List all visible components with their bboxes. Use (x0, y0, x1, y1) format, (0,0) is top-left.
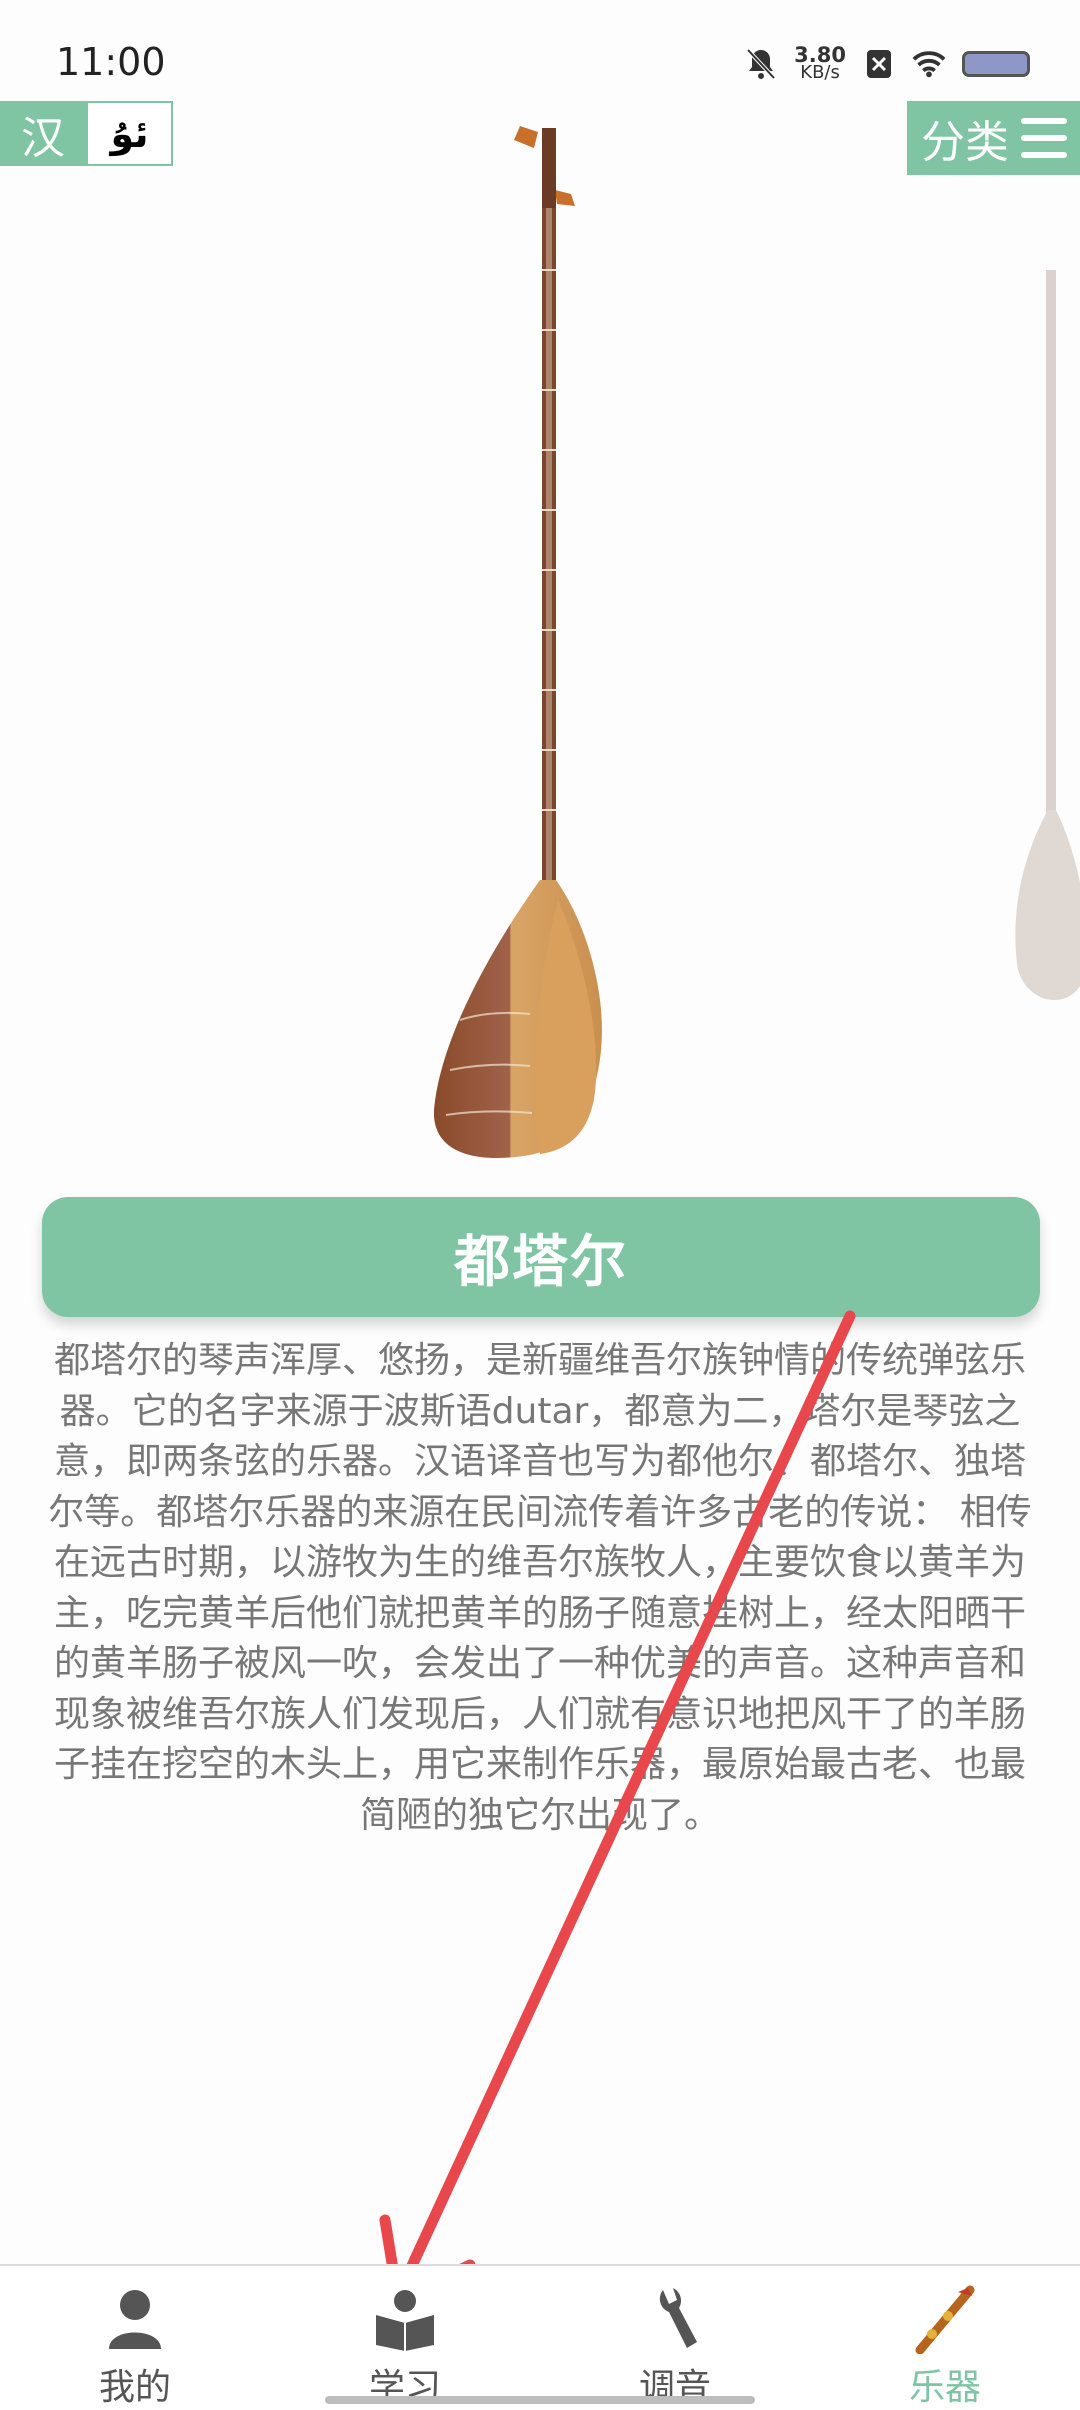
wifi-icon (912, 47, 946, 81)
net-speed: 3.80 KB/s (794, 45, 846, 83)
next-instrument-image[interactable] (1010, 270, 1080, 1010)
nav-item-mine[interactable]: 我的 (45, 2266, 225, 2410)
nav-item-study[interactable]: 学习 (315, 2266, 495, 2410)
status-icons: 3.80 KB/s (744, 45, 1030, 83)
nav-label-mine: 我的 (98, 2367, 171, 2408)
instrument-description: 都塔尔的琴声浑厚、悠扬，是新疆维吾尔族钟情的传统弹弦乐器。它的名字来源于波斯语d… (48, 1340, 1032, 1836)
hamburger-menu-icon (1021, 118, 1067, 158)
person-icon (99, 2284, 171, 2354)
language-switch: 汉 ئۇ (0, 101, 173, 166)
instrument-name: 都塔尔 (454, 1229, 628, 1295)
instrument-icon (909, 2284, 981, 2354)
lang-chinese-button[interactable]: 汉 (0, 101, 86, 166)
dutar-image[interactable] (420, 120, 620, 1160)
instrument-title-bar: 都塔尔 (42, 1197, 1040, 1317)
status-time: 11:00 (56, 40, 166, 84)
home-indicator[interactable] (325, 2396, 755, 2404)
net-speed-unit: KB/s (800, 62, 840, 83)
status-bar: 11:00 3.80 KB/s (0, 0, 1080, 110)
bell-muted-icon (744, 47, 778, 81)
category-button[interactable]: 分类 (907, 101, 1080, 175)
lang-uyghur-button[interactable]: ئۇ (86, 101, 173, 166)
wrench-icon (639, 2284, 711, 2354)
nav-item-tuning[interactable]: 调音 (585, 2266, 765, 2410)
sim-off-icon (862, 47, 896, 81)
bottom-navigation: 我的 学习 调音 乐器 (0, 2264, 1080, 2410)
category-label: 分类 (921, 117, 1009, 168)
book-reader-icon (369, 2284, 441, 2354)
nav-item-instruments[interactable]: 乐器 (855, 2266, 1035, 2410)
battery-icon (962, 51, 1030, 77)
nav-label-instruments: 乐器 (908, 2367, 981, 2408)
